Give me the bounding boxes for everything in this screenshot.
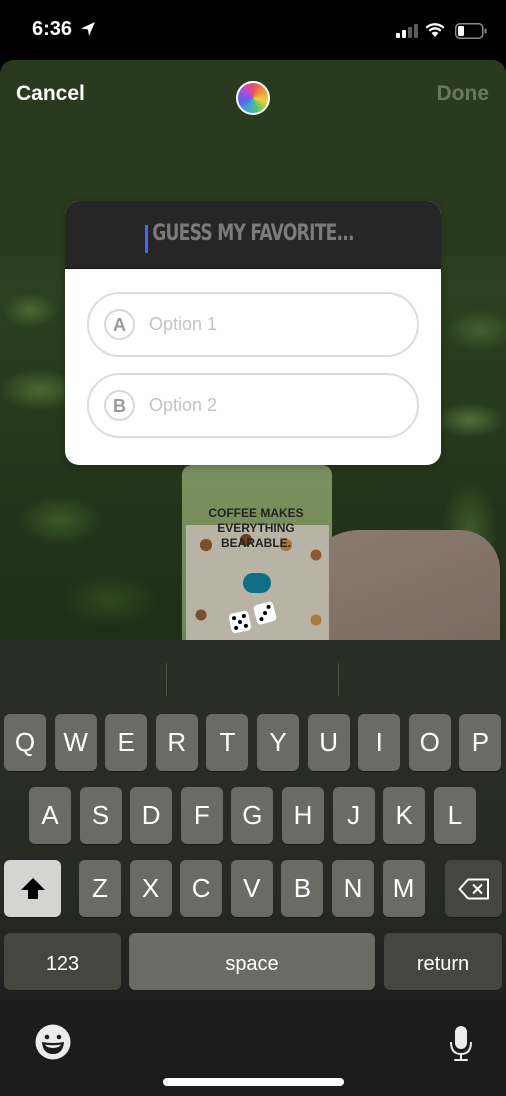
delete-icon bbox=[458, 878, 489, 900]
shift-key[interactable] bbox=[4, 860, 61, 917]
delete-key[interactable] bbox=[445, 860, 502, 917]
key-s[interactable]: S bbox=[79, 787, 122, 844]
key-x[interactable]: X bbox=[129, 860, 172, 917]
painted-nail bbox=[243, 573, 271, 593]
key-i[interactable]: I bbox=[358, 714, 401, 771]
home-indicator[interactable] bbox=[163, 1078, 344, 1086]
key-h[interactable]: H bbox=[282, 787, 324, 844]
color-wheel-icon[interactable] bbox=[236, 81, 270, 115]
option-input[interactable]: Option 2 bbox=[149, 395, 217, 416]
shift-icon bbox=[20, 878, 45, 899]
quiz-question-header[interactable]: GUESS MY FAVORITE... bbox=[65, 201, 441, 269]
battery-icon bbox=[455, 23, 487, 39]
key-c[interactable]: C bbox=[180, 860, 223, 917]
return-key[interactable]: return bbox=[384, 933, 502, 990]
quiz-option-b[interactable]: B Option 2 bbox=[87, 373, 419, 438]
microphone-icon[interactable] bbox=[449, 1026, 473, 1062]
key-a[interactable]: A bbox=[29, 787, 71, 844]
key-o[interactable]: O bbox=[408, 714, 451, 771]
suggestion-divider bbox=[338, 663, 339, 696]
key-q[interactable]: Q bbox=[4, 714, 46, 771]
key-m[interactable]: M bbox=[382, 860, 425, 917]
status-time: 6:36 bbox=[32, 18, 73, 40]
key-u[interactable]: U bbox=[307, 714, 350, 771]
numbers-key[interactable]: 123 bbox=[4, 933, 121, 990]
hand bbox=[300, 530, 500, 640]
key-v[interactable]: V bbox=[230, 860, 273, 917]
return-key-label: return bbox=[416, 953, 470, 975]
wifi-icon bbox=[425, 23, 445, 37]
done-button[interactable]: Done bbox=[437, 82, 490, 106]
space-key[interactable]: space bbox=[129, 933, 375, 990]
emoji-icon[interactable] bbox=[35, 1024, 71, 1060]
suggestion-divider bbox=[166, 663, 167, 696]
key-y[interactable]: Y bbox=[257, 714, 299, 771]
key-d[interactable]: D bbox=[130, 787, 173, 844]
numbers-key-label: 123 bbox=[45, 953, 80, 975]
key-k[interactable]: K bbox=[383, 787, 426, 844]
option-letter-badge: B bbox=[104, 390, 135, 421]
key-j[interactable]: J bbox=[332, 787, 375, 844]
key-g[interactable]: G bbox=[231, 787, 274, 844]
cellular-signal-icon bbox=[396, 24, 418, 38]
space-key-label: space bbox=[225, 953, 279, 975]
sleeve-text: COFFEE MAKES EVERYTHING BEARABLE. bbox=[208, 506, 304, 550]
key-t[interactable]: T bbox=[206, 714, 249, 771]
key-l[interactable]: L bbox=[433, 787, 476, 844]
quiz-question-input[interactable]: GUESS MY FAVORITE... bbox=[106, 221, 399, 246]
key-z[interactable]: Z bbox=[79, 860, 121, 917]
quiz-sticker: GUESS MY FAVORITE... A Option 1 B Option… bbox=[65, 201, 441, 465]
key-p[interactable]: P bbox=[459, 714, 502, 771]
key-f[interactable]: F bbox=[180, 787, 223, 844]
text-cursor bbox=[145, 225, 148, 253]
key-b[interactable]: B bbox=[281, 860, 324, 917]
status-bar: 6:36 bbox=[0, 0, 506, 60]
location-arrow-icon bbox=[81, 22, 95, 36]
key-e[interactable]: E bbox=[105, 714, 148, 771]
option-input[interactable]: Option 1 bbox=[149, 314, 217, 335]
key-r[interactable]: R bbox=[155, 714, 198, 771]
key-n[interactable]: N bbox=[332, 860, 374, 917]
option-letter-badge: A bbox=[104, 309, 135, 340]
cancel-button[interactable]: Cancel bbox=[16, 82, 85, 106]
key-w[interactable]: W bbox=[54, 714, 97, 771]
quiz-option-a[interactable]: A Option 1 bbox=[87, 292, 419, 357]
